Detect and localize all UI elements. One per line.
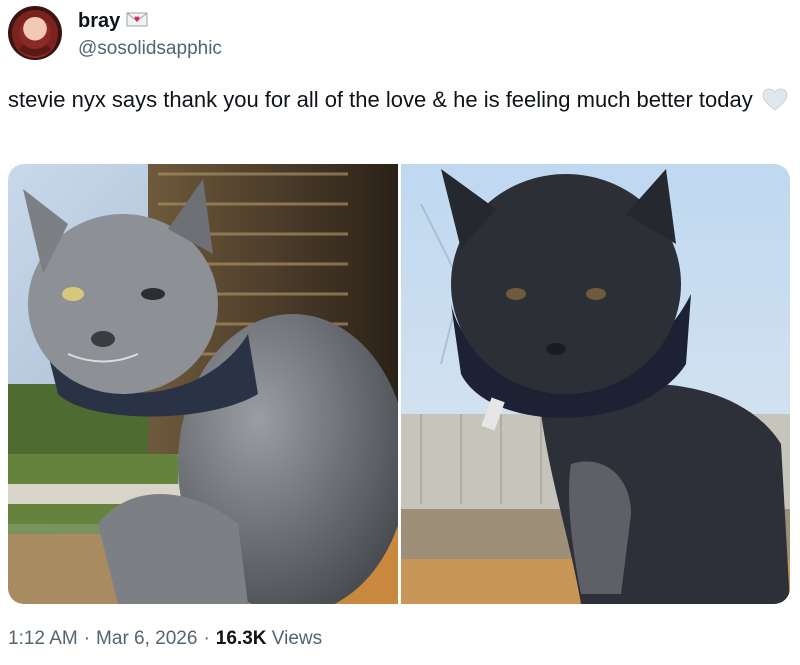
tweet-meta: 1:12 AM · Mar 6, 2026 · 16.3K Views	[8, 628, 322, 650]
views-label: Views	[271, 628, 323, 649]
tweet-text-content: stevie nyx says thank you for all of the…	[8, 87, 753, 112]
avatar[interactable]	[8, 6, 62, 60]
views-count: 16.3K	[215, 628, 267, 649]
tweet-header: bray @sosolidsapphic	[8, 6, 792, 66]
author-names: bray @sosolidsapphic	[78, 10, 222, 60]
love-letter-icon	[126, 11, 148, 32]
meta-separator: ·	[203, 628, 210, 649]
tweet-text: stevie nyx says thank you for all of the…	[8, 84, 788, 120]
author-handle[interactable]: @sosolidsapphic	[78, 38, 222, 60]
views[interactable]: 16.3K Views	[216, 628, 322, 650]
tweet-date[interactable]: Mar 6, 2026	[96, 628, 197, 650]
tweet-time[interactable]: 1:12 AM	[8, 628, 78, 650]
photo-right[interactable]	[401, 164, 790, 604]
display-name-row: bray	[78, 10, 222, 33]
meta-separator: ·	[83, 628, 91, 649]
white-heart-icon	[762, 88, 788, 120]
display-name[interactable]: bray	[78, 10, 120, 33]
media-grid	[8, 164, 790, 604]
photo-left[interactable]	[8, 164, 398, 604]
